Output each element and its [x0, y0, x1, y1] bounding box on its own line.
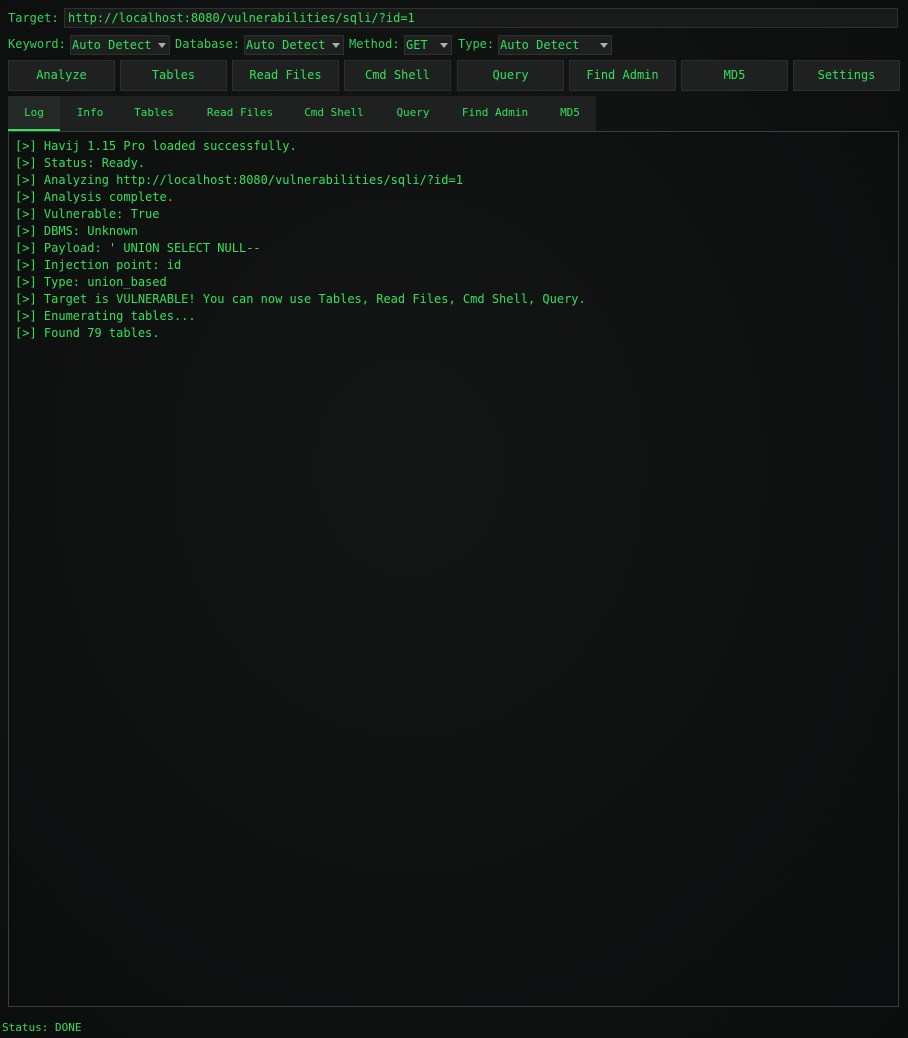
log-line: [>] Analysis complete.	[15, 190, 174, 204]
chevron-down-icon	[332, 43, 340, 48]
log-line: [>] Injection point: id	[15, 258, 182, 272]
tab-find-admin[interactable]: Find Admin	[454, 96, 536, 131]
log-line: [>] Payload: ' UNION SELECT NULL--	[15, 241, 261, 255]
method-label: Method:	[349, 37, 400, 51]
log-line: [>] Found 79 tables.	[15, 326, 160, 340]
database-value: Auto Detect	[246, 38, 326, 52]
status-bar-text: Status: DONE	[2, 1021, 82, 1034]
chevron-down-icon	[158, 43, 166, 48]
database-label: Database:	[175, 37, 241, 51]
target-url-input[interactable]: http://localhost:8080/vulnerabilities/sq…	[64, 8, 898, 28]
log-line: [>] DBMS: Unknown	[15, 224, 138, 238]
tab-query[interactable]: Query	[388, 96, 438, 131]
tab-info[interactable]: Info	[68, 96, 112, 131]
log-line: [>] Target is VULNERABLE! You can now us…	[15, 292, 586, 306]
settings-button[interactable]: Settings	[793, 60, 900, 91]
keyword-select[interactable]: Auto Detect	[70, 35, 170, 55]
method-value: GET	[406, 38, 428, 52]
log-line: [>] Vulnerable: True	[15, 207, 160, 221]
log-line: [>] Analyzing http://localhost:8080/vuln…	[15, 173, 463, 187]
method-select[interactable]: GET	[404, 35, 452, 55]
type-label: Type:	[458, 37, 495, 51]
cmd-shell-button[interactable]: Cmd Shell	[344, 60, 451, 91]
tables-button[interactable]: Tables	[120, 60, 227, 91]
log-line: [>] Type: union_based	[15, 275, 167, 289]
type-select[interactable]: Auto Detect	[498, 35, 612, 55]
type-value: Auto Detect	[500, 38, 580, 52]
tab-tables[interactable]: Tables	[126, 96, 182, 131]
tab-log[interactable]: Log	[8, 96, 60, 131]
tab-md5[interactable]: MD5	[552, 96, 588, 131]
analyze-button[interactable]: Analyze	[8, 60, 115, 91]
query-button[interactable]: Query	[457, 60, 564, 91]
read-files-button[interactable]: Read Files	[232, 60, 339, 91]
log-output[interactable]: [>] Havij 1.15 Pro loaded successfully. …	[8, 131, 899, 1007]
tab-read-files[interactable]: Read Files	[198, 96, 282, 131]
chevron-down-icon	[600, 43, 608, 48]
log-line: [>] Status: Ready.	[15, 156, 146, 170]
tab-cmd-shell[interactable]: Cmd Shell	[296, 96, 372, 131]
keyword-value: Auto Detect	[72, 38, 152, 52]
chevron-down-icon	[440, 43, 448, 48]
keyword-label: Keyword:	[8, 37, 66, 51]
log-line: [>] Havij 1.15 Pro loaded successfully.	[15, 139, 297, 153]
find-admin-button[interactable]: Find Admin	[569, 60, 676, 91]
log-line: [>] Enumerating tables...	[15, 309, 196, 323]
database-select[interactable]: Auto Detect	[244, 35, 344, 55]
md5-button[interactable]: MD5	[681, 60, 788, 91]
tab-bar: Log Info Tables Read Files Cmd Shell Que…	[8, 96, 596, 131]
target-label: Target:	[8, 11, 59, 25]
havij-window: Target: http://localhost:8080/vulnerabil…	[0, 0, 908, 1038]
